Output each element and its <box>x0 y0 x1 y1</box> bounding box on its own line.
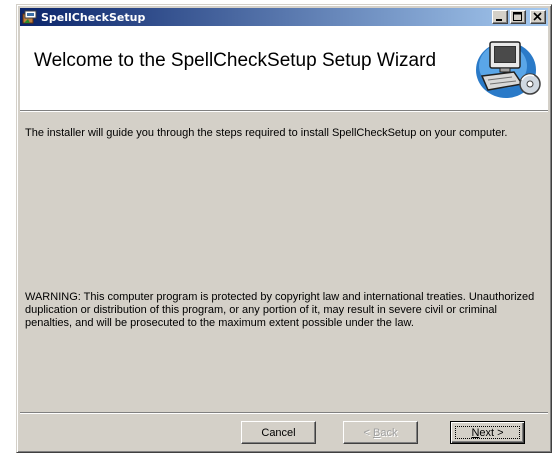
installer-box-icon <box>22 9 38 25</box>
footer-divider <box>20 412 548 414</box>
copyright-warning: WARNING: This computer program is protec… <box>25 291 535 329</box>
minimize-button[interactable] <box>492 10 508 24</box>
computer-with-disc-icon <box>476 41 541 98</box>
next-label-rest: ext > <box>479 426 504 439</box>
wizard-heading: Welcome to the SpellCheckSetup Setup Wiz… <box>34 50 437 71</box>
next-button-label: Next > <box>471 427 503 439</box>
wizard-banner: Welcome to the SpellCheckSetup Setup Wiz… <box>20 26 548 112</box>
back-label-rest: ack <box>380 426 398 439</box>
cancel-button[interactable]: Cancel <box>241 421 316 444</box>
back-prefix: < <box>363 426 373 439</box>
window-title: SpellCheckSetup <box>41 10 146 24</box>
intro-text: The installer will guide you through the… <box>25 127 508 139</box>
window-controls <box>492 10 546 24</box>
back-button[interactable]: < Back <box>343 421 418 444</box>
next-button[interactable]: Next > <box>450 421 525 444</box>
title-bar[interactable]: SpellCheckSetup <box>20 8 548 26</box>
cancel-button-label: Cancel <box>261 426 296 439</box>
maximize-button[interactable] <box>510 10 526 24</box>
maximize-icon <box>513 12 522 21</box>
back-button-label: < Back <box>364 427 398 439</box>
close-button[interactable] <box>530 10 546 24</box>
minimize-icon <box>496 19 502 21</box>
setup-wizard-window: SpellCheckSetup Welcome to the SpellChec… <box>16 4 552 453</box>
close-icon <box>533 12 542 21</box>
